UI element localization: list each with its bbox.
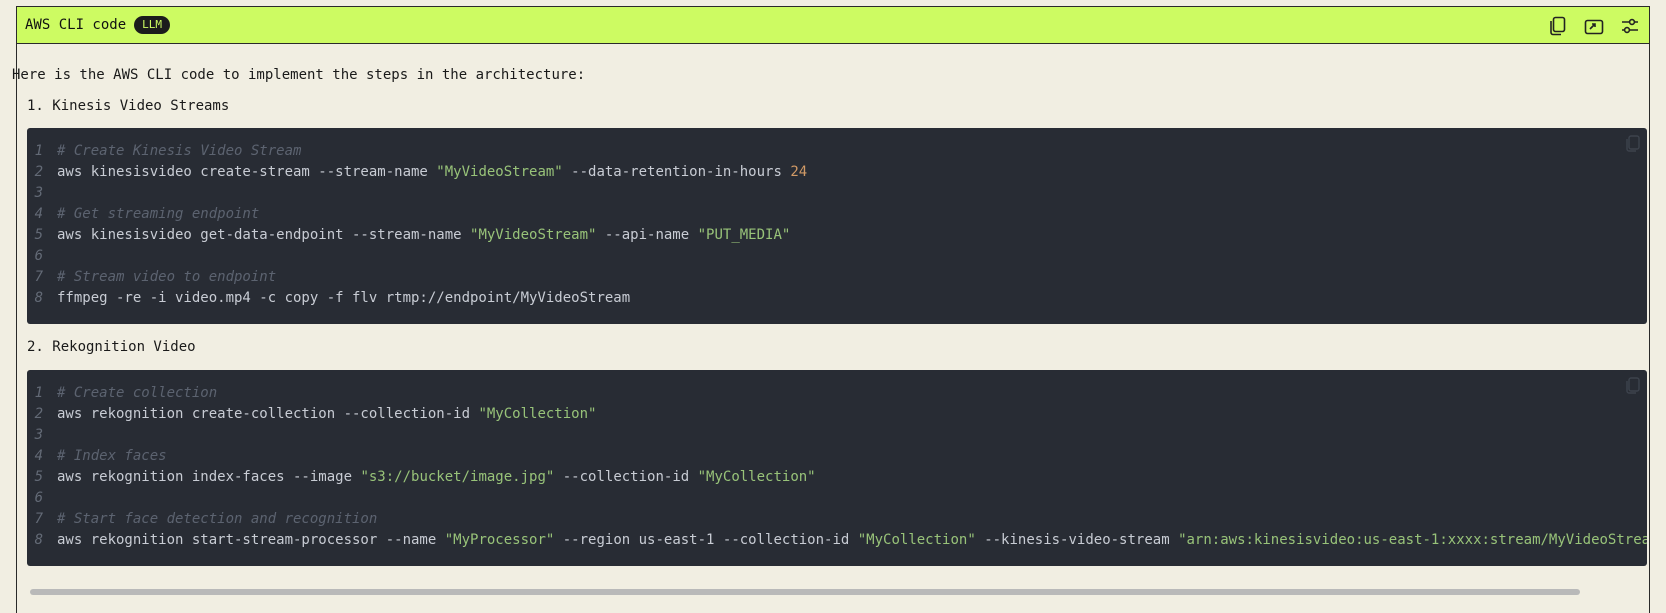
line-number: 3 — [34, 427, 43, 443]
code-string: "MyCollection" — [697, 469, 816, 485]
code-block-1[interactable]: 1 # Create Kinesis Video Stream 2 aws kines… — [27, 128, 1647, 324]
copy-icon[interactable] — [1547, 15, 1569, 37]
line-number: 5 — [34, 469, 43, 485]
code-line: 4 # Get streaming endpoint — [27, 204, 1647, 225]
code-line: 5 aws rekognition index-faces --image "s3… — [27, 467, 1647, 488]
line-number: 4 — [34, 206, 43, 222]
code-text: --kinesis-video-stream — [975, 532, 1179, 548]
code-line: 1 # Create Kinesis Video Stream — [27, 141, 1647, 162]
line-number: 7 — [34, 269, 43, 285]
scrollbar-thumb[interactable] — [30, 589, 1580, 595]
code-text: ffmpeg -re -i video.mp4 -c copy -f flv r… — [57, 290, 631, 306]
line-number: 1 — [34, 143, 43, 159]
line-number: 4 — [34, 448, 43, 464]
code-string: "MyVideoStream" — [436, 164, 563, 180]
intro-text: Here is the AWS CLI code to implement th… — [12, 67, 586, 83]
line-number: 6 — [34, 248, 43, 264]
code-text: aws kinesisvideo create-stream --stream-… — [57, 164, 437, 180]
settings-sliders-icon[interactable] — [1619, 15, 1641, 37]
code-string: "MyVideoStream" — [470, 227, 597, 243]
code-comment: # Start face detection and recognition — [57, 511, 378, 527]
line-number: 8 — [34, 532, 43, 548]
code-string: "arn:aws:kinesisvideo:us-east-1:xxxx:str… — [1178, 532, 1647, 548]
code-text: --region us-east-1 --collection-id — [554, 532, 858, 548]
header-actions — [1547, 15, 1641, 37]
code-line: 3 — [27, 425, 1647, 446]
step-1-heading: 1. Kinesis Video Streams — [27, 98, 230, 114]
code-line: 7 # Start face detection and recognition — [27, 509, 1647, 530]
response-body: Here is the AWS CLI code to implement th… — [12, 42, 1656, 566]
step-2-heading: 2. Rekognition Video — [27, 339, 196, 355]
code-line: 8 aws rekognition start-stream-processor … — [27, 530, 1647, 551]
panel-header: AWS CLI code LLM — [17, 7, 1649, 44]
code-line: 8 ffmpeg -re -i video.mp4 -c copy -f flv … — [27, 288, 1647, 309]
line-number: 6 — [34, 490, 43, 506]
code-comment: # Index faces — [57, 448, 167, 464]
line-number: 1 — [34, 385, 43, 401]
code-line: 3 — [27, 183, 1647, 204]
line-number: 5 — [34, 227, 43, 243]
llm-badge: LLM — [134, 16, 171, 34]
code-comment: # Create Kinesis Video Stream — [57, 143, 302, 159]
line-number: 2 — [34, 164, 43, 180]
line-number: 3 — [34, 185, 43, 201]
panel-title: AWS CLI code — [25, 17, 127, 33]
code-line: 1 # Create collection — [27, 383, 1647, 404]
code-line: 4 # Index faces — [27, 446, 1647, 467]
code-string: "MyCollection" — [857, 532, 976, 548]
code-string: "s3://bucket/image.jpg" — [360, 469, 555, 485]
code-string: "PUT_MEDIA" — [697, 227, 791, 243]
line-number: 2 — [34, 406, 43, 422]
code-block-2[interactable]: 1 # Create collection 2 aws rekognition cre… — [27, 370, 1647, 566]
code-text: --api-name — [596, 227, 698, 243]
code-text: aws kinesisvideo get-data-endpoint --str… — [57, 227, 471, 243]
code-string: "MyCollection" — [478, 406, 597, 422]
code-line: 2 aws kinesisvideo create-stream --stream… — [27, 162, 1647, 183]
code-line: 2 aws rekognition create-collection --col… — [27, 404, 1647, 425]
code-line: 6 — [27, 246, 1647, 267]
code-comment: # Create collection — [57, 385, 218, 401]
code-text: aws rekognition create-collection --coll… — [57, 406, 479, 422]
code-line: 7 # Stream video to endpoint — [27, 267, 1647, 288]
code-comment: # Get streaming endpoint — [57, 206, 260, 222]
share-icon[interactable] — [1583, 15, 1605, 37]
code-line: 6 — [27, 488, 1647, 509]
code-text: --data-retention-in-hours — [562, 164, 791, 180]
code-string: "MyProcessor" — [444, 532, 555, 548]
copy-code-icon[interactable] — [1625, 135, 1641, 153]
horizontal-scrollbar[interactable] — [28, 588, 1640, 596]
code-text: --collection-id — [554, 469, 698, 485]
code-text: aws rekognition index-faces --image — [57, 469, 361, 485]
line-number: 7 — [34, 511, 43, 527]
line-number: 8 — [34, 290, 43, 306]
code-number: 24 — [790, 164, 808, 180]
code-text: aws rekognition start-stream-processor -… — [57, 532, 445, 548]
code-comment: # Stream video to endpoint — [57, 269, 277, 285]
code-line: 5 aws kinesisvideo get-data-endpoint --st… — [27, 225, 1647, 246]
copy-code-icon[interactable] — [1625, 377, 1641, 395]
